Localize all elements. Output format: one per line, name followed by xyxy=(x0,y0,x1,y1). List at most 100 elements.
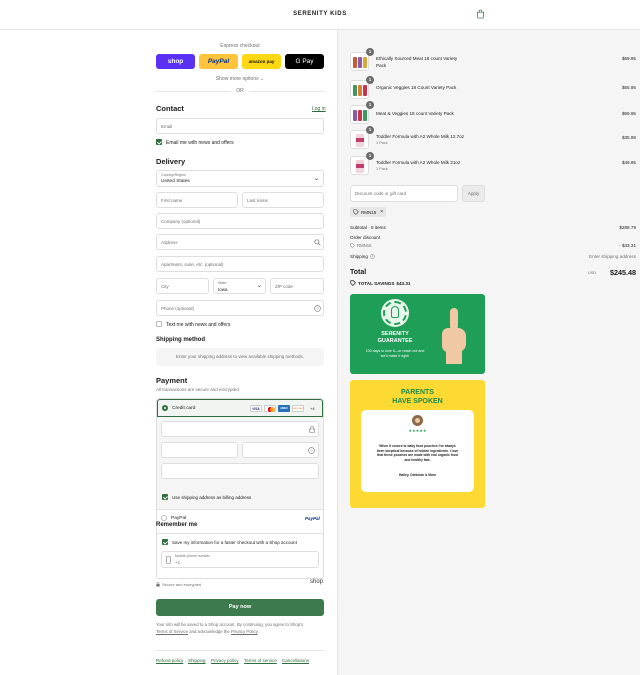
shipping-policy-link[interactable]: Shipping xyxy=(188,658,206,663)
paypal-radio[interactable] xyxy=(161,515,167,521)
last-name-input[interactable]: Last name xyxy=(242,192,324,208)
payment-subtitle: All transactions are secure and encrypte… xyxy=(156,387,241,392)
email-input[interactable]: Email xyxy=(156,118,324,134)
product-thumbnail xyxy=(350,130,369,149)
item-name: Toddler Formula with A2 Whole Milk 21oz xyxy=(376,160,461,165)
billing-address-label: Use shipping address as billing address xyxy=(172,495,252,500)
secure-label: Secure and encrypted xyxy=(162,582,202,587)
card-number-input[interactable] xyxy=(161,421,319,437)
item-quantity-badge: 1 xyxy=(366,76,374,84)
shop-pay-button[interactable]: shop xyxy=(156,54,195,69)
country-select[interactable]: Country/Region United States ⌄ xyxy=(156,170,324,187)
shipping-method-heading: Shipping method xyxy=(156,337,205,343)
chevron-down-icon: ⌄ xyxy=(260,76,265,82)
item-variant: 1 Pack xyxy=(376,141,388,145)
pay-now-button[interactable]: Pay now xyxy=(156,599,324,616)
shop-logo: shop xyxy=(310,579,324,585)
amazon-pay-button[interactable]: amazon pay xyxy=(242,54,281,69)
item-name: Meat & Veggies 18 count Variety Pack xyxy=(376,111,454,116)
privacy-policy-link[interactable]: Privacy Policy xyxy=(231,629,257,634)
shipping-label-row: Shipping ? xyxy=(350,254,375,259)
testimonial-quote: When it comes to baby food pouches I've … xyxy=(376,444,459,462)
visa-icon: VISA xyxy=(250,405,262,412)
order-discount-label: Order discount xyxy=(350,235,381,240)
privacy-policy-footer-link[interactable]: Privacy policy xyxy=(211,658,239,663)
credit-card-option[interactable]: Credit card VISA AMEX DISCOVER +4 xyxy=(157,399,323,417)
first-name-input[interactable]: First name xyxy=(156,192,238,208)
cancellations-link[interactable]: Cancellations xyxy=(282,658,309,663)
subtotal-value: $288.79 xyxy=(619,225,636,230)
paypal-button[interactable]: PayPal xyxy=(199,54,238,69)
company-input[interactable]: Company (optional) xyxy=(156,213,324,229)
address-input[interactable]: Address xyxy=(156,234,324,250)
tag-icon xyxy=(350,280,356,286)
svg-text:?: ? xyxy=(316,306,319,311)
avatar xyxy=(412,415,423,426)
testimonial-card: ★★★★★ When it comes to baby food pouches… xyxy=(361,410,474,492)
terms-of-service-footer-link[interactable]: Terms of service xyxy=(244,658,277,663)
product-thumbnail xyxy=(350,80,369,99)
name-on-card-input[interactable] xyxy=(161,463,319,479)
discount-code-input[interactable]: Discount code or gift card xyxy=(350,185,458,202)
payment-methods: Credit card VISA AMEX DISCOVER +4 ? Use … xyxy=(156,398,324,540)
text-news-checkbox[interactable] xyxy=(156,321,162,327)
refund-policy-link[interactable]: Refund policy xyxy=(156,658,183,663)
security-code-input[interactable]: ? xyxy=(242,442,319,458)
apply-discount-button[interactable]: Apply xyxy=(462,185,485,202)
credit-card-radio[interactable] xyxy=(162,405,168,411)
payment-heading: Payment xyxy=(156,376,188,385)
total-value: $245.48 xyxy=(610,268,636,277)
show-more-options-link[interactable]: Show more options ⌄ xyxy=(156,76,324,82)
state-select[interactable]: State Iowa ⌄ xyxy=(213,278,266,294)
discover-icon: DISCOVER xyxy=(292,405,304,412)
tag-icon xyxy=(350,243,355,248)
more-cards-badge: +4 xyxy=(310,406,315,411)
testimonial-title: PARENTS HAVE SPOKEN xyxy=(392,389,443,405)
remember-me-box: Save my information for a faster checkou… xyxy=(156,533,324,579)
lock-icon xyxy=(156,582,160,587)
login-link[interactable]: Log in xyxy=(312,106,326,112)
google-pay-button[interactable]: G Pay xyxy=(285,54,324,69)
item-price: $69.95 xyxy=(621,111,636,116)
product-thumbnail xyxy=(350,156,369,175)
mobile-phone-input[interactable]: Mobile phone number +1 xyxy=(161,551,319,568)
search-icon xyxy=(314,239,321,246)
chevron-down-icon: ⌄ xyxy=(257,283,263,289)
shop-terms-text: Your info will be saved to a Shop accoun… xyxy=(156,622,304,634)
phone-input[interactable]: Phone (optional) ? xyxy=(156,300,324,316)
delivery-heading: Delivery xyxy=(156,157,186,166)
shopping-bag-icon[interactable] xyxy=(476,9,485,19)
billing-address-checkbox[interactable] xyxy=(162,494,168,500)
item-price: $69.95 xyxy=(621,56,636,61)
terms-of-service-link[interactable]: Terms of Service xyxy=(156,629,188,634)
expiration-date-input[interactable] xyxy=(161,442,238,458)
thumbs-up-image xyxy=(440,308,468,364)
remember-me-heading: Remember me xyxy=(156,522,198,528)
guarantee-title: SERENITY GUARANTEE xyxy=(377,331,413,344)
shipping-value: Enter shipping address xyxy=(589,254,636,259)
currency-code: USD xyxy=(588,271,597,275)
apartment-input[interactable]: Apartment, suite, etc. (optional) xyxy=(156,256,324,272)
help-icon[interactable]: ? xyxy=(370,254,375,259)
zip-code-input[interactable]: ZIP code xyxy=(270,278,324,294)
save-info-checkbox[interactable] xyxy=(162,539,168,545)
brand-logo[interactable]: SERENITY KIDS xyxy=(290,11,350,17)
checkout-form: Express checkout shop PayPal amazon pay … xyxy=(0,30,337,675)
item-price: $35.99 xyxy=(621,135,636,140)
help-icon[interactable]: ? xyxy=(314,305,321,312)
top-header: SERENITY KIDS xyxy=(0,0,640,30)
email-news-checkbox[interactable] xyxy=(156,139,162,145)
card-form: ? Use shipping address as billing addres… xyxy=(157,417,323,509)
item-quantity-badge: 1 xyxy=(366,101,374,109)
city-input[interactable]: City xyxy=(156,278,209,294)
help-icon[interactable]: ? xyxy=(308,447,315,454)
product-thumbnail xyxy=(350,105,369,124)
item-name: Ethically Sourced Meat 18 count Variety … xyxy=(376,56,458,68)
guarantee-badge-icon xyxy=(383,301,407,325)
remove-discount-icon[interactable]: × xyxy=(380,209,383,215)
lock-icon xyxy=(309,426,315,433)
order-summary: 1 Ethically Sourced Meat 18 count Variet… xyxy=(337,30,640,675)
item-name: Toddler Formula with A2 Whole Milk 12.7o… xyxy=(376,134,465,139)
contact-heading: Contact xyxy=(156,104,184,113)
mobile-phone-icon xyxy=(166,556,171,564)
